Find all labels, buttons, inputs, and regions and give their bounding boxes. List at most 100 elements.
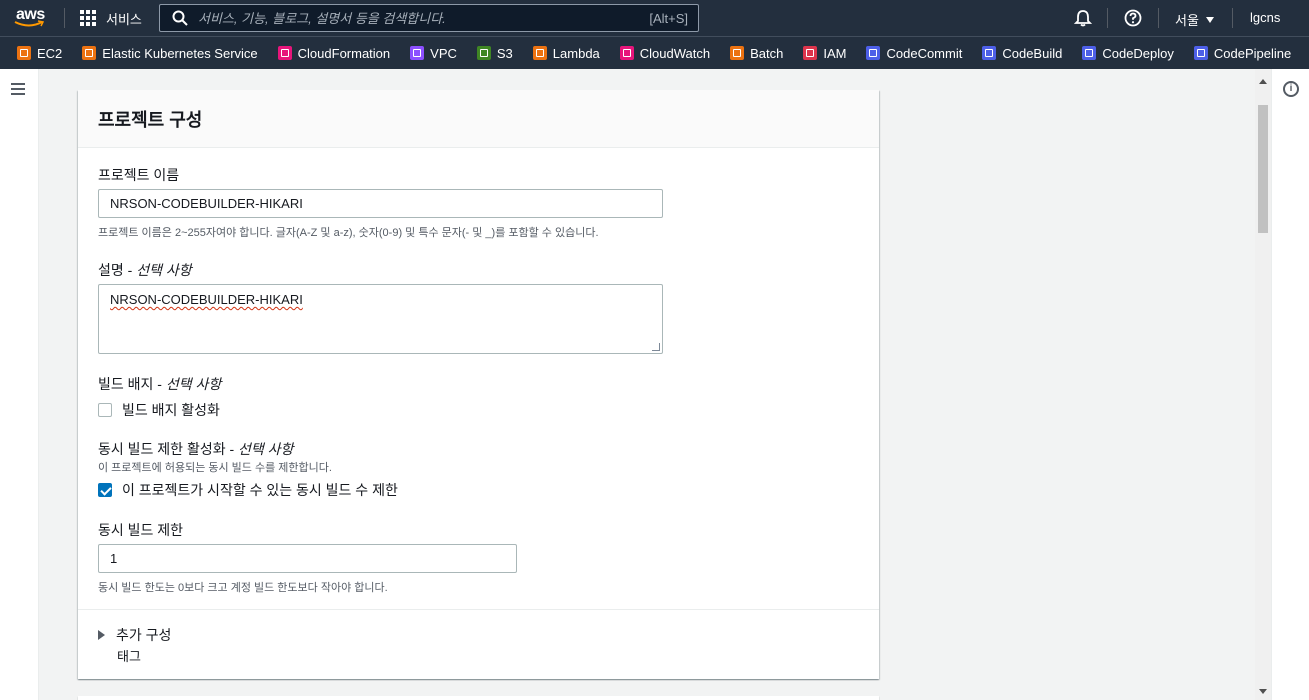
concurrent-limit-checkbox-row[interactable]: 이 프로젝트가 시작할 수 있는 동시 빌드 수 제한 bbox=[98, 480, 398, 500]
grid-icon bbox=[80, 10, 96, 26]
build-badge-label-text: 빌드 배지 - bbox=[98, 376, 166, 392]
favorite-label: Elastic Kubernetes Service bbox=[102, 45, 258, 61]
caret-right-icon bbox=[98, 630, 105, 640]
favorite-label: CloudFormation bbox=[297, 45, 391, 61]
nav-divider bbox=[1158, 8, 1159, 28]
favorite-cloudwatch[interactable]: CloudWatch bbox=[619, 45, 711, 61]
search-box[interactable]: [Alt+S] bbox=[159, 4, 699, 32]
favorite-codedeploy[interactable]: CodeDeploy bbox=[1082, 46, 1174, 61]
favorite-label: VPC bbox=[430, 45, 457, 61]
project-name-input[interactable] bbox=[98, 189, 663, 218]
project-name-label: 프로젝트 이름 bbox=[98, 167, 180, 183]
page-scrollbar[interactable] bbox=[1255, 69, 1271, 700]
nav-divider bbox=[64, 8, 65, 28]
additional-config-label: 추가 구성 bbox=[116, 627, 172, 643]
build-badge-checkbox-row[interactable]: 빌드 배지 활성화 bbox=[98, 400, 220, 420]
top-navigation: aws 서비스 [Alt+S] 서울 lgcns bbox=[0, 0, 1309, 36]
favorite-label: Lambda bbox=[552, 45, 600, 61]
service-icon bbox=[866, 46, 881, 60]
favorite-label: CodeDeploy bbox=[1102, 45, 1174, 61]
nav-divider bbox=[1107, 8, 1108, 28]
favorite-label: EC2 bbox=[37, 45, 63, 61]
concurrent-limit-enable-hint: 이 프로젝트에 허용되는 동시 빌드 수를 제한합니다. bbox=[98, 462, 332, 474]
concurrent-limit-enable-label: 동시 빌드 제한 활성화 - 선택 사항 bbox=[98, 439, 293, 459]
concurrent-limit-checkbox[interactable] bbox=[98, 483, 112, 497]
additional-config-toggle[interactable]: 추가 구성 bbox=[98, 625, 171, 645]
service-icon bbox=[982, 46, 997, 60]
services-button[interactable]: 서비스 bbox=[80, 8, 142, 28]
resize-handle[interactable] bbox=[652, 343, 660, 351]
scroll-up-arrow-icon[interactable] bbox=[1259, 79, 1267, 84]
description-label: 설명 - 선택 사항 bbox=[98, 260, 192, 280]
concurrent-limit-label: 동시 빌드 제한 bbox=[98, 522, 184, 538]
favorite-elastic-kubernetes-service[interactable]: Elastic Kubernetes Service bbox=[82, 45, 258, 61]
service-icon bbox=[17, 46, 31, 60]
favorite-label: IAM bbox=[823, 45, 847, 61]
nav-divider bbox=[1232, 8, 1233, 28]
favorite-label: CloudWatch bbox=[639, 45, 711, 61]
panel-header: 프로젝트 구성 bbox=[78, 90, 879, 148]
favorite-s3[interactable]: S3 bbox=[476, 45, 513, 61]
favorite-codepipeline[interactable]: CodePipeline bbox=[1193, 45, 1292, 61]
aws-smile-icon bbox=[14, 20, 44, 27]
concurrent-limit-enable-label-text: 동시 빌드 제한 활성화 - bbox=[98, 441, 239, 457]
service-icon bbox=[410, 46, 425, 60]
description-label-text: 설명 - bbox=[98, 262, 137, 278]
section-divider bbox=[78, 609, 879, 610]
help-icon[interactable] bbox=[1124, 9, 1142, 27]
account-label: lgcns bbox=[1250, 10, 1281, 25]
build-badge-checkbox[interactable] bbox=[98, 403, 112, 417]
aws-logo[interactable]: aws bbox=[14, 6, 50, 30]
favorite-batch[interactable]: Batch bbox=[730, 46, 783, 61]
favorite-label: CodeCommit bbox=[886, 45, 963, 61]
right-rail: i bbox=[1271, 69, 1309, 700]
concurrent-limit-input[interactable] bbox=[98, 544, 517, 573]
description-value: NRSON-CODEBUILDER-HIKARI bbox=[110, 292, 303, 307]
services-label: 서비스 bbox=[106, 11, 142, 27]
region-label: 서울 bbox=[1175, 13, 1199, 28]
optional-label: 선택 사항 bbox=[136, 262, 192, 278]
search-input[interactable] bbox=[198, 10, 650, 26]
region-selector[interactable]: 서울 bbox=[1175, 10, 1214, 29]
scroll-thumb[interactable] bbox=[1258, 105, 1268, 233]
panel-title: 프로젝트 구성 bbox=[98, 110, 203, 130]
caret-down-icon bbox=[1205, 16, 1214, 23]
favorites-bar: EC2 Elastic Kubernetes Service CloudFormat… bbox=[0, 36, 1309, 69]
favorite-label: CodeBuild bbox=[1002, 45, 1063, 61]
next-panel-edge bbox=[78, 696, 879, 700]
service-icon bbox=[1082, 46, 1097, 60]
favorite-codecommit[interactable]: CodeCommit bbox=[866, 46, 962, 61]
menu-icon[interactable] bbox=[11, 83, 25, 95]
search-shortcut: [Alt+S] bbox=[649, 10, 688, 26]
service-icon bbox=[476, 46, 491, 60]
favorite-cloudformation[interactable]: CloudFormation bbox=[277, 45, 391, 61]
service-icon bbox=[730, 46, 745, 60]
bell-icon[interactable] bbox=[1074, 9, 1092, 27]
description-textarea[interactable]: NRSON-CODEBUILDER-HIKARI bbox=[98, 284, 663, 354]
search-icon bbox=[172, 10, 188, 26]
scroll-down-arrow-icon[interactable] bbox=[1259, 689, 1267, 694]
additional-config-subtitle: 태그 bbox=[117, 649, 141, 664]
favorite-codebuild[interactable]: CodeBuild bbox=[982, 46, 1062, 61]
favorite-vpc[interactable]: VPC bbox=[410, 46, 457, 61]
favorite-label: Batch bbox=[750, 45, 784, 61]
service-icon bbox=[82, 46, 97, 60]
build-badge-label: 빌드 배지 - 선택 사항 bbox=[98, 374, 221, 394]
favorite-ec2[interactable]: EC2 bbox=[17, 46, 62, 61]
concurrent-limit-checkbox-label: 이 프로젝트가 시작할 수 있는 동시 빌드 수 제한 bbox=[122, 482, 398, 498]
left-rail bbox=[0, 69, 39, 700]
build-badge-checkbox-label: 빌드 배지 활성화 bbox=[122, 402, 220, 418]
project-configuration-panel: 프로젝트 구성 프로젝트 이름 프로젝트 이름은 2~255자여야 합니다. 글… bbox=[78, 90, 879, 679]
info-icon[interactable]: i bbox=[1283, 81, 1299, 97]
favorite-lambda[interactable]: Lambda bbox=[532, 45, 600, 61]
account-menu[interactable]: lgcns bbox=[1250, 10, 1280, 25]
concurrent-limit-hint: 동시 빌드 한도는 0보다 크고 계정 빌드 한도보다 작아야 합니다. bbox=[98, 582, 388, 594]
service-icon bbox=[532, 46, 547, 60]
service-icon bbox=[1193, 46, 1208, 60]
service-icon bbox=[803, 46, 818, 60]
optional-label: 선택 사항 bbox=[238, 441, 294, 457]
favorite-label: S3 bbox=[496, 45, 513, 61]
favorite-iam[interactable]: IAM bbox=[803, 46, 846, 61]
optional-label: 선택 사항 bbox=[165, 376, 222, 392]
favorite-label: CodePipeline bbox=[1213, 45, 1292, 61]
